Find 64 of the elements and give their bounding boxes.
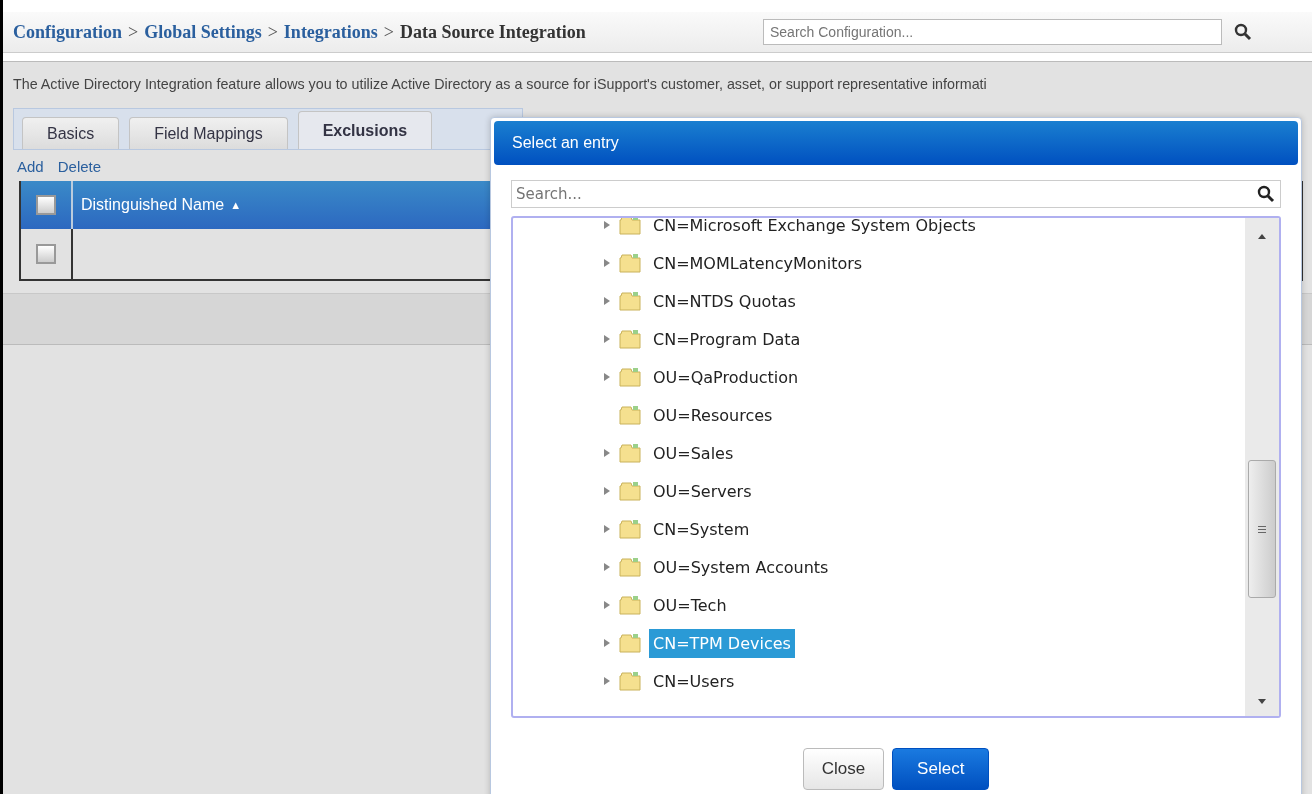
- folder-icon: [619, 443, 641, 463]
- column-header[interactable]: Distinguished Name ▲: [73, 181, 242, 229]
- folder-icon: [619, 218, 641, 235]
- select-button[interactable]: Select: [892, 748, 990, 790]
- tab[interactable]: Basics: [22, 117, 120, 149]
- folder-icon: [619, 291, 641, 311]
- folder-icon: [619, 519, 641, 539]
- checkbox[interactable]: [36, 244, 56, 264]
- breadcrumb-link[interactable]: Integrations: [283, 21, 378, 43]
- expand-arrow-icon[interactable]: [603, 448, 611, 458]
- expand-arrow-icon[interactable]: [603, 524, 611, 534]
- tree-item[interactable]: OU=Sales: [649, 438, 738, 468]
- breadcrumb-current: Data Source Integration: [400, 21, 586, 43]
- tree-item[interactable]: OU=Resources: [649, 400, 777, 430]
- search-field[interactable]: Search Configuration...: [763, 19, 1222, 45]
- expand-arrow-icon[interactable]: [603, 562, 611, 572]
- intro-text: The Active Directory Integration feature allows you to utilize Active Directory as a source for iSupport's customer, asset, or support representative informati: [13, 75, 988, 92]
- dialog-title: Select an entry: [494, 121, 1298, 165]
- checkbox[interactable]: [36, 195, 56, 215]
- expand-arrow-icon[interactable]: [603, 258, 611, 268]
- expand-arrow-icon[interactable]: [603, 372, 611, 382]
- tab[interactable]: Exclusions: [297, 111, 433, 149]
- tree-item[interactable]: CN=MOMLatencyMonitors: [649, 248, 867, 278]
- expand-arrow-icon[interactable]: [603, 638, 611, 648]
- action-link[interactable]: Delete: [57, 158, 102, 175]
- breadcrumb-separator: >: [128, 21, 139, 43]
- folder-icon: [619, 329, 641, 349]
- folder-icon: [619, 557, 641, 577]
- tree-item[interactable]: CN=NTDS Quotas: [649, 286, 800, 316]
- folder-icon: [619, 367, 641, 387]
- tree-item[interactable]: OU=Tech: [649, 590, 731, 620]
- folder-icon: [619, 405, 641, 425]
- search-icon: [1234, 23, 1252, 41]
- tree-item[interactable]: CN=Program Data: [649, 324, 805, 354]
- search-icon: [1257, 185, 1275, 203]
- breadcrumb-separator: >: [383, 21, 394, 43]
- tab[interactable]: Field Mappings: [129, 117, 288, 149]
- close-button[interactable]: Close: [802, 748, 885, 790]
- breadcrumb-link[interactable]: Global Settings: [144, 21, 262, 43]
- folder-icon: [619, 633, 641, 653]
- expand-arrow-icon[interactable]: [603, 600, 611, 610]
- tree-item[interactable]: CN=Microsoft Exchange System Objects: [649, 218, 980, 240]
- expand-arrow-icon[interactable]: [603, 486, 611, 496]
- breadcrumb-link[interactable]: Configuration: [13, 21, 122, 43]
- folder-icon: [619, 595, 641, 615]
- folder-icon: [619, 671, 641, 691]
- expand-arrow-icon[interactable]: [603, 220, 611, 230]
- tree-item[interactable]: CN=Users: [649, 666, 739, 696]
- action-link[interactable]: Add: [17, 158, 44, 175]
- folder-icon: [619, 253, 641, 273]
- tree-item[interactable]: CN=System: [649, 514, 754, 544]
- expand-arrow-icon[interactable]: [603, 676, 611, 686]
- expand-arrow-icon[interactable]: [603, 296, 611, 306]
- scroll-up-icon[interactable]: [1257, 232, 1267, 240]
- expand-arrow-icon[interactable]: [603, 334, 611, 344]
- folder-icon: [619, 481, 641, 501]
- tree-item[interactable]: OU=QaProduction: [649, 362, 803, 392]
- scrollbar[interactable]: [1245, 218, 1279, 716]
- tree-item[interactable]: OU=System Accounts: [649, 552, 833, 582]
- scroll-thumb[interactable]: [1248, 460, 1276, 598]
- search-field[interactable]: Search...: [511, 180, 1281, 208]
- tree-item[interactable]: OU=Servers: [649, 476, 756, 506]
- breadcrumb-separator: >: [267, 21, 278, 43]
- scroll-down-icon[interactable]: [1257, 698, 1267, 706]
